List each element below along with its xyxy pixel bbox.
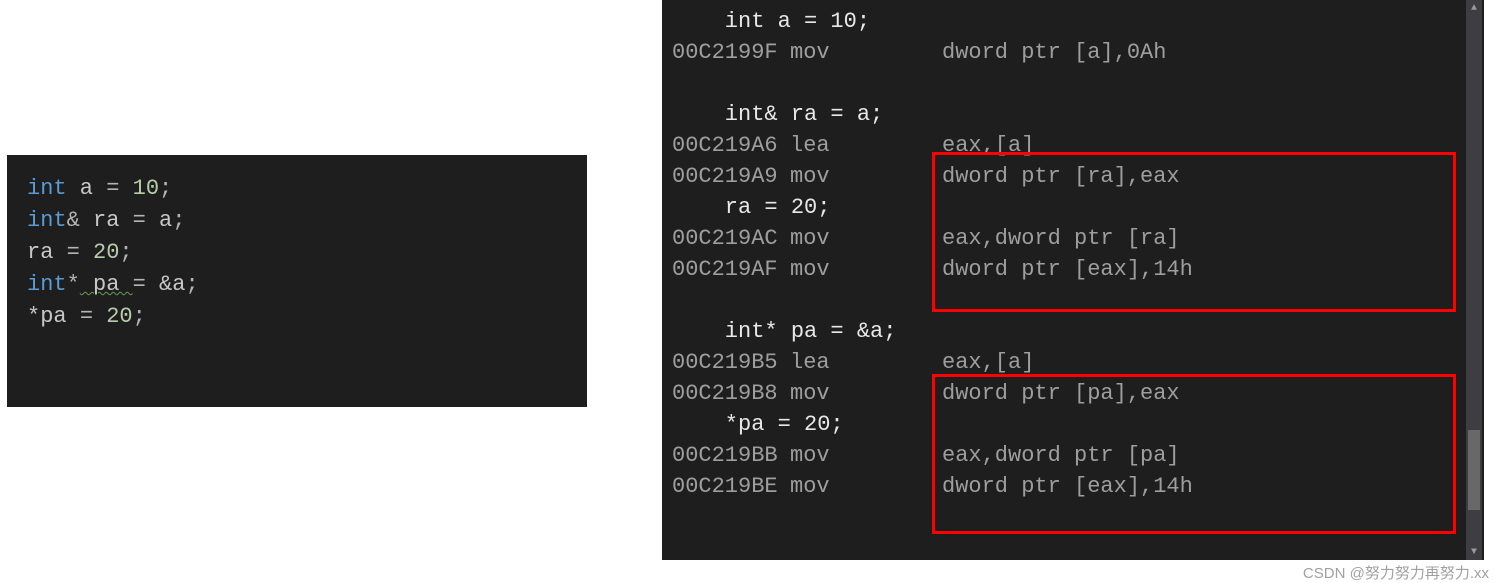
var-ra: ra [27,240,67,265]
semicolon: ; [119,240,132,265]
address: 00C2199F [672,37,790,68]
operands: eax,[a] [942,350,1034,375]
operands: dword ptr [eax],14h [942,474,1193,499]
code-line: *pa = 20; [17,301,577,333]
asm-line: 00C219AFmovdword ptr [eax],14h [662,254,1484,285]
address: 00C219A6 [672,130,790,161]
source-line: int& ra = a; [662,99,1484,130]
watermark-text: CSDN @努力努力再努力.xx [1303,562,1489,583]
mnemonic: mov [790,161,942,192]
keyword-int: int [27,208,67,233]
source-line: ra = 20; [662,192,1484,223]
semicolon: ; [185,272,198,297]
asterisk: * [67,272,80,297]
keyword-int: int [27,272,67,297]
address: 00C219BB [672,440,790,471]
mnemonic: mov [790,378,942,409]
operands: dword ptr [a],0Ah [942,40,1166,65]
source-line: int a = 10; [662,6,1484,37]
code-line: ra = 20; [17,237,577,269]
scroll-down-arrow-icon[interactable]: ▼ [1466,544,1482,560]
var-a: a [67,176,107,201]
mnemonic: mov [790,254,942,285]
operands: eax,[a] [942,133,1034,158]
blank-line [662,285,1484,316]
semicolon: ; [133,304,146,329]
disassembly-panel: int a = 10; 00C2199Fmovdword ptr [a],0Ah… [662,0,1484,560]
number-literal: 10 [133,176,159,201]
scroll-thumb[interactable] [1468,430,1480,510]
vertical-scrollbar[interactable]: ▲ ▼ [1466,0,1482,560]
blank-line [662,68,1484,99]
code-line: int* pa = &a; [17,269,577,301]
address: 00C219B5 [672,347,790,378]
code-line: int& ra = a; [17,205,577,237]
ampersand: & [67,208,80,233]
operands: eax,dword ptr [pa] [942,443,1180,468]
asm-line: 00C219BEmovdword ptr [eax],14h [662,471,1484,502]
mnemonic: mov [790,440,942,471]
operands: dword ptr [ra],eax [942,164,1180,189]
number-literal: 20 [106,304,132,329]
asm-line: 00C219B8movdword ptr [pa],eax [662,378,1484,409]
address: 00C219AC [672,223,790,254]
var-ra: ra [80,208,133,233]
equals: = [80,304,106,329]
address: 00C219AF [672,254,790,285]
operands: dword ptr [pa],eax [942,381,1180,406]
equals: = [133,272,159,297]
asm-line: 00C219A6leaeax,[a] [662,130,1484,161]
address: 00C219BE [672,471,790,502]
address: 00C219B8 [672,378,790,409]
var-pa-warning: pa [80,272,133,297]
equals: = [106,176,132,201]
asm-line: 00C219ACmoveax,dword ptr [ra] [662,223,1484,254]
source-line: *pa = 20; [662,409,1484,440]
mnemonic: lea [790,130,942,161]
mnemonic: mov [790,471,942,502]
semicolon: ; [159,176,172,201]
asm-line: 00C2199Fmovdword ptr [a],0Ah [662,37,1484,68]
mnemonic: mov [790,223,942,254]
operands: dword ptr [eax],14h [942,257,1193,282]
var-a: a [159,208,172,233]
equals: = [67,240,93,265]
semicolon: ; [172,208,185,233]
operands: eax,dword ptr [ra] [942,226,1180,251]
source-code-panel: int a = 10; int& ra = a; ra = 20; int* p… [7,155,587,407]
asm-line: 00C219BBmoveax,dword ptr [pa] [662,440,1484,471]
mnemonic: mov [790,37,942,68]
equals: = [133,208,159,233]
address: 00C219A9 [672,161,790,192]
code-line: int a = 10; [17,173,577,205]
deref-pa: *pa [27,304,80,329]
address-of-a: &a [159,272,185,297]
mnemonic: lea [790,347,942,378]
keyword-int: int [27,176,67,201]
asm-line: 00C219A9movdword ptr [ra],eax [662,161,1484,192]
scroll-up-arrow-icon[interactable]: ▲ [1466,0,1482,16]
number-literal: 20 [93,240,119,265]
asm-line: 00C219B5leaeax,[a] [662,347,1484,378]
source-line: int* pa = &a; [662,316,1484,347]
